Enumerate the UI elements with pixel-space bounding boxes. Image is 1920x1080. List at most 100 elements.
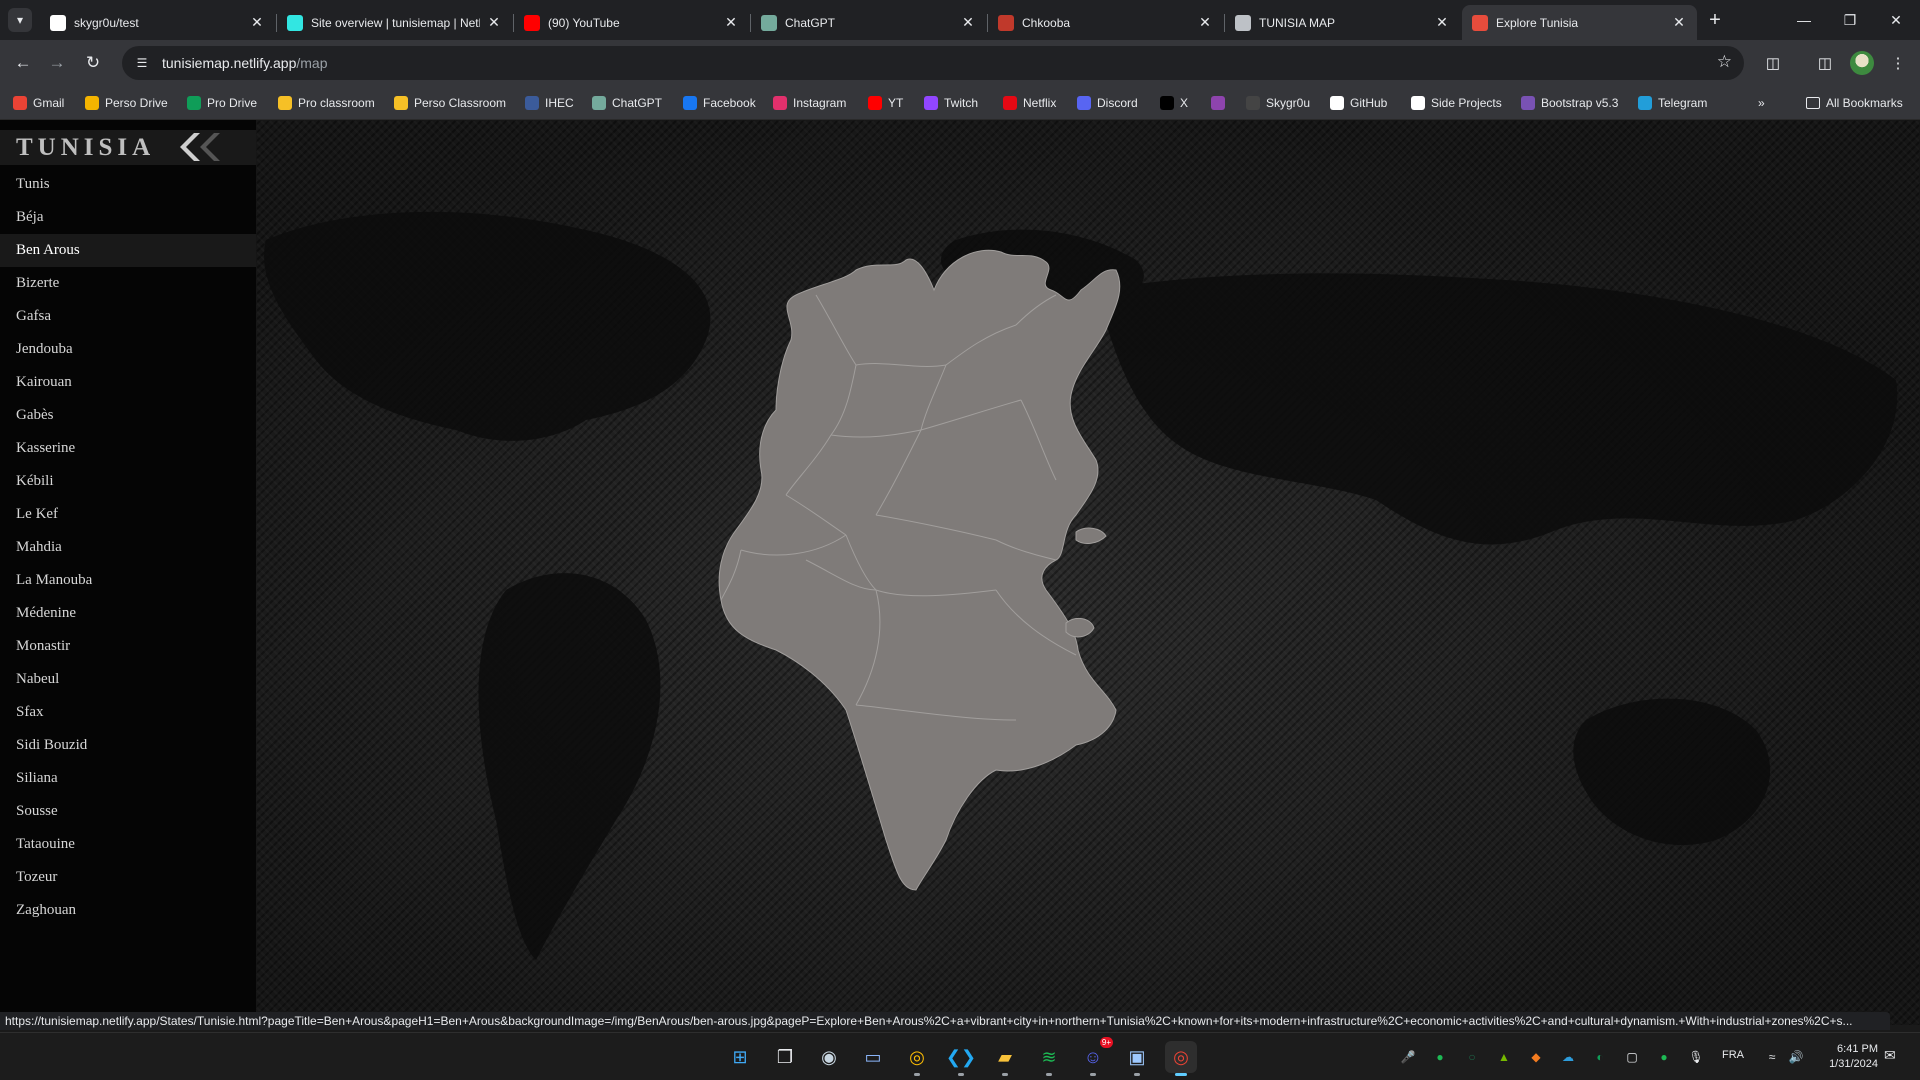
governorate-beja[interactable]: Béja bbox=[0, 201, 256, 234]
bookmark-gmail[interactable]: Gmail bbox=[13, 94, 64, 112]
bookmark-pro-drive[interactable]: Pro Drive bbox=[187, 94, 257, 112]
reload-button[interactable]: ↻ bbox=[78, 48, 108, 78]
bookmark-instagram[interactable]: Instagram bbox=[773, 94, 846, 112]
app-orange-icon[interactable]: ◆ bbox=[1526, 1047, 1546, 1067]
start-button[interactable]: ⊞ bbox=[724, 1041, 756, 1073]
mic-off-icon[interactable]: 🎤 bbox=[1398, 1047, 1418, 1067]
edge-icon[interactable]: ◐ bbox=[1590, 1047, 1610, 1067]
bookmark-facebook[interactable]: Facebook bbox=[683, 94, 756, 112]
taskbar-photos[interactable]: ▣ bbox=[1121, 1041, 1153, 1076]
taskbar-file-explorer[interactable]: ▰ bbox=[989, 1041, 1021, 1076]
spotify-icon[interactable]: ● bbox=[1430, 1047, 1450, 1067]
taskbar-spotify[interactable]: ≋ bbox=[1033, 1041, 1065, 1076]
close-tab-icon[interactable]: ✕ bbox=[960, 14, 976, 31]
bookmark-skygr0u[interactable]: Skygr0u bbox=[1246, 94, 1310, 112]
governorate-sousse[interactable]: Sousse bbox=[0, 795, 256, 828]
forward-button[interactable]: → bbox=[42, 48, 72, 78]
kerkennah-island[interactable] bbox=[1075, 527, 1107, 544]
governorate-kairouan[interactable]: Kairouan bbox=[0, 366, 256, 399]
governorate-mahdia[interactable]: Mahdia bbox=[0, 531, 256, 564]
tray-app-icon[interactable]: ○ bbox=[1462, 1047, 1482, 1067]
governorate-gabes[interactable]: Gabès bbox=[0, 399, 256, 432]
governorate-bizerte[interactable]: Bizerte bbox=[0, 267, 256, 300]
bookmark-pro-classroom[interactable]: Pro classroom bbox=[278, 94, 375, 112]
close-tab-icon[interactable]: ✕ bbox=[249, 14, 265, 31]
close-tab-icon[interactable]: ✕ bbox=[723, 14, 739, 31]
bookmark-bootstrap-v5-3[interactable]: Bootstrap v5.3 bbox=[1521, 94, 1618, 112]
task-view-button[interactable]: ❐ bbox=[769, 1041, 801, 1073]
close-tab-icon[interactable]: ✕ bbox=[1434, 14, 1450, 31]
tablet-icon[interactable]: ▢ bbox=[1622, 1047, 1642, 1067]
volume-icon[interactable]: 🔊 bbox=[1786, 1047, 1806, 1067]
governorate-ben-arous[interactable]: Ben Arous bbox=[0, 234, 256, 267]
bookmark-star-icon[interactable]: ☆ bbox=[1717, 52, 1732, 72]
url-text[interactable]: tunisiemap.netlify.app/map bbox=[162, 55, 328, 71]
close-tab-icon[interactable]: ✕ bbox=[1197, 14, 1213, 31]
tab-2[interactable]: Site overview | tunisiemap | Netlify ✕ bbox=[277, 5, 512, 40]
clock[interactable]: 6:41 PM 1/31/2024 bbox=[1812, 1042, 1878, 1072]
close-tab-icon[interactable]: ✕ bbox=[486, 14, 502, 31]
menu-kebab-icon[interactable]: ⋮ bbox=[1886, 51, 1910, 75]
tab-1[interactable]: skygr0u/test ✕ bbox=[40, 5, 275, 40]
extensions-icon[interactable]: ◫ bbox=[1761, 51, 1785, 75]
governorate-tataouine[interactable]: Tataouine bbox=[0, 828, 256, 861]
microphone-icon[interactable]: 🎙 bbox=[1686, 1047, 1706, 1067]
collapse-sidebar-icon[interactable] bbox=[172, 130, 232, 165]
notification-bell-icon[interactable]: ✉ bbox=[1884, 1047, 1896, 1064]
more-bookmarks-button[interactable]: » bbox=[1758, 94, 1765, 112]
wifi-icon[interactable]: ≈ bbox=[1762, 1047, 1782, 1067]
taskbar-chrome-active[interactable]: ◎ bbox=[1165, 1041, 1197, 1076]
bookmark-chatgpt[interactable]: ChatGPT bbox=[592, 94, 662, 112]
governorate-monastir[interactable]: Monastir bbox=[0, 630, 256, 663]
bookmark-telegram[interactable]: Telegram bbox=[1638, 94, 1707, 112]
governorate-siliana[interactable]: Siliana bbox=[0, 762, 256, 795]
green-app-icon[interactable]: ● bbox=[1654, 1047, 1674, 1067]
tab-3[interactable]: (90) YouTube ✕ bbox=[514, 5, 749, 40]
bookmark-extension[interactable] bbox=[1211, 94, 1231, 112]
taskbar-vscode[interactable]: ❮❯ bbox=[945, 1041, 977, 1076]
governorate-medenine[interactable]: Médenine bbox=[0, 597, 256, 630]
tunisia-shape[interactable] bbox=[718, 249, 1121, 891]
language-indicator[interactable]: FRA bbox=[1722, 1049, 1744, 1061]
governorate-jendouba[interactable]: Jendouba bbox=[0, 333, 256, 366]
close-tab-icon[interactable]: ✕ bbox=[1671, 14, 1687, 31]
bookmark-github[interactable]: GitHub bbox=[1330, 94, 1387, 112]
tab-search-button[interactable]: ▾ bbox=[8, 8, 32, 32]
tab-7[interactable]: Explore Tunisia ✕ bbox=[1462, 5, 1697, 40]
governorate-tunis[interactable]: Tunis bbox=[0, 168, 256, 201]
all-bookmarks-button[interactable]: All Bookmarks bbox=[1806, 94, 1903, 112]
bookmark-x[interactable]: X bbox=[1160, 94, 1188, 112]
nvidia-icon[interactable]: ▲ bbox=[1494, 1047, 1514, 1067]
governorate-kebili[interactable]: Kébili bbox=[0, 465, 256, 498]
governorate-nabeul[interactable]: Nabeul bbox=[0, 663, 256, 696]
governorate-tozeur[interactable]: Tozeur bbox=[0, 861, 256, 894]
bookmark-netflix[interactable]: Netflix bbox=[1003, 94, 1056, 112]
profile-avatar[interactable] bbox=[1850, 51, 1874, 75]
close-window-button[interactable]: ✕ bbox=[1876, 6, 1916, 34]
minimize-button[interactable]: — bbox=[1784, 6, 1824, 34]
bookmark-ihec[interactable]: IHEC bbox=[525, 94, 574, 112]
governorate-la-manouba[interactable]: La Manouba bbox=[0, 564, 256, 597]
taskbar-app-4[interactable]: ▭ bbox=[857, 1041, 889, 1073]
tab-4[interactable]: ChatGPT ✕ bbox=[751, 5, 986, 40]
governorate-kasserine[interactable]: Kasserine bbox=[0, 432, 256, 465]
bookmark-yt[interactable]: YT bbox=[868, 94, 903, 112]
cloud-icon[interactable]: ☁ bbox=[1558, 1047, 1578, 1067]
restore-button[interactable]: ❐ bbox=[1830, 6, 1870, 34]
bookmark-perso-classroom[interactable]: Perso Classroom bbox=[394, 94, 506, 112]
governorate-zaghouan[interactable]: Zaghouan bbox=[0, 894, 256, 927]
governorate-le-kef[interactable]: Le Kef bbox=[0, 498, 256, 531]
site-info-icon[interactable]: ☰ bbox=[134, 55, 150, 71]
side-panel-icon[interactable]: ◫ bbox=[1813, 51, 1837, 75]
bookmark-twitch[interactable]: Twitch bbox=[924, 94, 978, 112]
address-bar[interactable]: ☰ tunisiemap.netlify.app/map ☆ bbox=[122, 46, 1744, 80]
new-tab-button[interactable]: + bbox=[1703, 8, 1727, 32]
bookmark-perso-drive[interactable]: Perso Drive bbox=[85, 94, 168, 112]
taskbar-chrome[interactable]: ◎ bbox=[901, 1041, 933, 1076]
taskbar-steam[interactable]: ◉ bbox=[813, 1041, 845, 1073]
back-button[interactable]: ← bbox=[8, 48, 38, 78]
bookmark-side-projects[interactable]: Side Projects bbox=[1411, 94, 1502, 112]
taskbar-discord[interactable]: ☺ 9+ bbox=[1077, 1037, 1113, 1076]
bookmark-discord[interactable]: Discord bbox=[1077, 94, 1138, 112]
governorate-sfax[interactable]: Sfax bbox=[0, 696, 256, 729]
